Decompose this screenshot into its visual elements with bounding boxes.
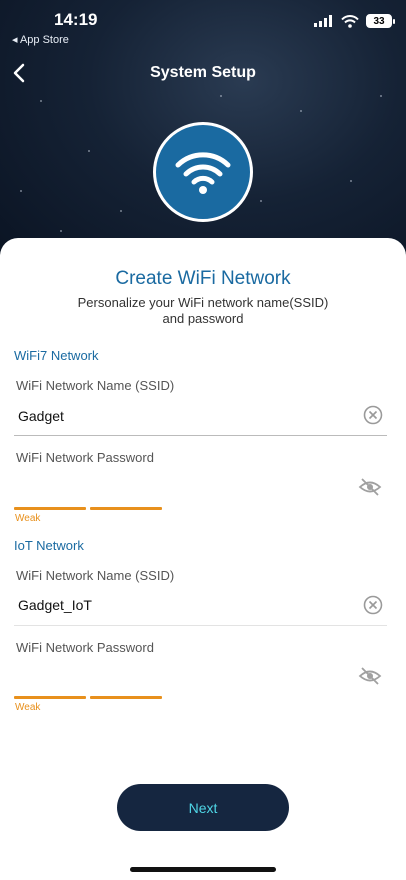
sheet-title: Create WiFi Network	[115, 268, 291, 289]
iot-password-input[interactable]	[18, 668, 348, 688]
wifi7-strength-label: Weak	[15, 513, 41, 524]
sheet-subtitle-line1: Personalize your WiFi network name(SSID)	[77, 295, 329, 310]
iot-section-title: IoT Network	[14, 538, 84, 553]
wifi7-password-strength-bar	[14, 507, 162, 510]
sheet-subtitle-line2: and password	[162, 311, 244, 326]
status-time: 14:19	[54, 10, 98, 29]
page-title: System Setup	[150, 64, 256, 81]
wifi7-password-input[interactable]	[18, 478, 348, 498]
iot-ssid-input[interactable]: Gadget_IoT	[18, 597, 92, 613]
wifi-badge	[153, 122, 253, 222]
cellular-signal-icon	[314, 15, 332, 27]
back-to-app-store-link[interactable]: ◂ App Store	[12, 33, 69, 46]
strength-segment	[90, 696, 162, 699]
status-icons: 33	[314, 14, 395, 28]
sheet-subtitle: Personalize your WiFi network name(SSID)…	[0, 295, 406, 327]
navigation-bar: System Setup	[0, 56, 406, 90]
wifi7-ssid-underline	[14, 435, 387, 436]
wifi-status-icon	[341, 14, 359, 28]
status-bar: 14:19 ◂ App Store 33	[0, 0, 406, 50]
battery-icon: 33	[366, 14, 395, 28]
strength-segment	[14, 507, 86, 510]
iot-password-label: WiFi Network Password	[16, 640, 154, 655]
wifi7-section-title: WiFi7 Network	[14, 348, 99, 363]
strength-segment	[14, 696, 86, 699]
wifi-icon	[175, 152, 231, 194]
wifi7-password-label: WiFi Network Password	[16, 450, 154, 465]
iot-ssid-clear-icon[interactable]	[363, 595, 383, 615]
home-indicator	[130, 867, 276, 872]
iot-ssid-label: WiFi Network Name (SSID)	[16, 568, 175, 583]
wifi7-ssid-label: WiFi Network Name (SSID)	[16, 378, 175, 393]
wifi7-ssid-clear-icon[interactable]	[363, 405, 383, 425]
iot-ssid-underline	[14, 625, 387, 626]
wifi7-password-visibility-icon[interactable]	[358, 477, 382, 497]
next-button[interactable]: Next	[117, 784, 289, 831]
iot-password-strength-bar	[14, 696, 162, 699]
iot-strength-label: Weak	[15, 702, 41, 713]
iot-password-visibility-icon[interactable]	[358, 666, 382, 686]
strength-segment	[90, 507, 162, 510]
setup-sheet: Create WiFi Network Personalize your WiF…	[0, 238, 406, 880]
wifi7-ssid-input[interactable]: Gadget	[18, 408, 64, 424]
